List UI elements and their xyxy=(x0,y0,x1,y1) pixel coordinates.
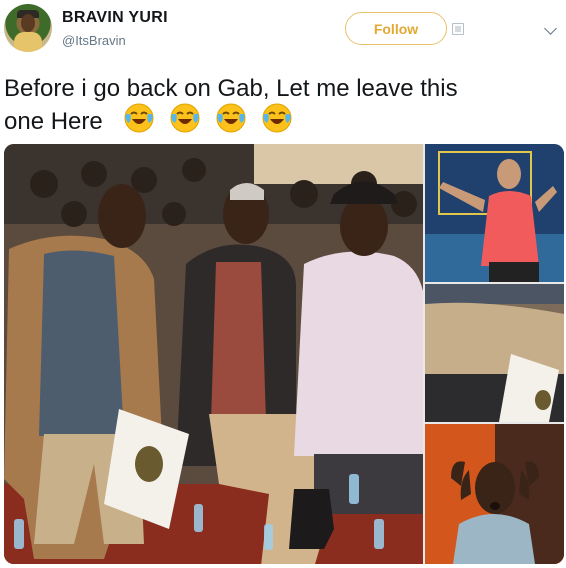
surprised-man-photo[interactable] xyxy=(425,424,564,564)
referee-photo[interactable] xyxy=(425,144,564,282)
avatar-face xyxy=(21,14,35,32)
tweet-text-line1: Before i go back on Gab, Let me leave th… xyxy=(4,75,458,102)
avatar-body xyxy=(14,32,42,52)
closeup-photo[interactable] xyxy=(425,284,564,422)
avatar[interactable] xyxy=(4,4,52,52)
emoji-row xyxy=(123,102,293,134)
follow-button[interactable]: Follow xyxy=(345,12,447,45)
user-handle[interactable]: @ItsBravin xyxy=(62,33,126,48)
face-with-tears-of-joy-icon xyxy=(123,102,155,134)
face-with-tears-of-joy-icon xyxy=(169,102,201,134)
face-with-tears-of-joy-icon xyxy=(215,102,247,134)
media-grid[interactable] xyxy=(4,144,564,564)
main-photo[interactable] xyxy=(4,144,423,564)
chevron-down-icon[interactable] xyxy=(544,22,557,35)
follow-tag-icon xyxy=(452,23,464,35)
face-with-tears-of-joy-icon xyxy=(261,102,293,134)
display-name[interactable]: BRAVIN YURI xyxy=(62,9,168,27)
